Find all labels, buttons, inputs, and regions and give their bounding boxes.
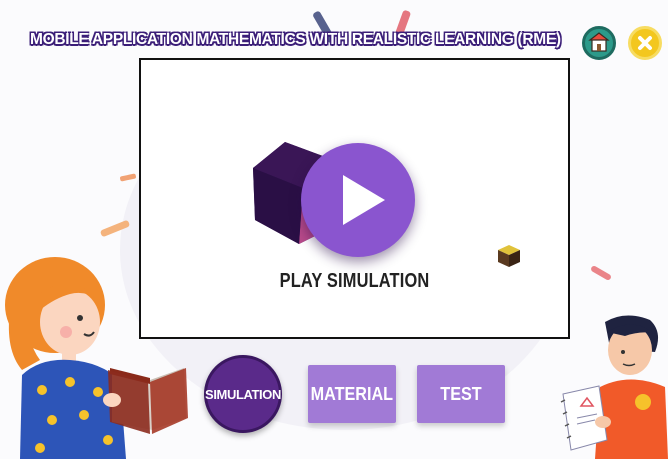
play-simulation-label: PLAY SIMULATION bbox=[279, 270, 430, 292]
cube-illustration bbox=[498, 245, 520, 267]
girl-reading-illustration bbox=[5, 257, 188, 459]
video-card: PLAY SIMULATION bbox=[139, 58, 570, 339]
test-tab-button[interactable]: TEST bbox=[417, 365, 505, 423]
decor-shape bbox=[119, 173, 137, 182]
test-tab-label: TEST bbox=[440, 383, 482, 404]
home-icon bbox=[588, 32, 610, 52]
close-button[interactable] bbox=[628, 26, 662, 60]
home-button[interactable] bbox=[582, 26, 616, 60]
material-tab-button[interactable]: MATERIAL bbox=[308, 365, 396, 423]
play-button[interactable] bbox=[301, 143, 415, 257]
app-title: MOBILE APPLICATION MATHEMATICS WITH REAL… bbox=[30, 31, 561, 48]
simulation-tab-button[interactable]: SIMULATION bbox=[204, 355, 282, 433]
play-icon bbox=[343, 175, 385, 225]
boy-with-paper-illustration bbox=[560, 315, 668, 459]
material-tab-label: MATERIAL bbox=[310, 383, 394, 404]
simulation-tab-label: SIMULATION bbox=[205, 386, 281, 402]
close-icon bbox=[638, 36, 652, 50]
app-screen: × MOBILE APPLICATION MATHEMATICS WITH RE… bbox=[0, 0, 668, 459]
decor-shape bbox=[589, 264, 613, 282]
